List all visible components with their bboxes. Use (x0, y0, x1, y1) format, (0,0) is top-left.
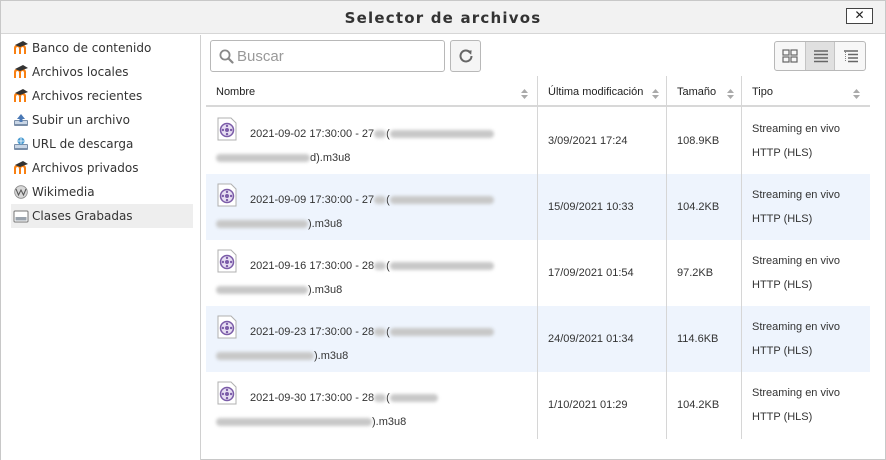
dialog-title: Selector de archivos (344, 9, 542, 27)
table-row[interactable]: 2021-09-30 17:30:00 - 28( ).m3u8 1/10/20… (206, 372, 870, 438)
title-bar: Selector de archivos ✕ (1, 1, 885, 34)
url-download-icon (14, 137, 28, 150)
video-file-icon (217, 183, 237, 207)
file-size: 114.6KB (677, 333, 719, 345)
list-view-icon (814, 50, 828, 63)
recordings-icon (13, 210, 29, 223)
upload-icon (14, 114, 28, 126)
column-header-tipo[interactable]: Tipo (742, 76, 870, 107)
video-file-icon (217, 117, 237, 141)
repository-sidebar: Banco de contenido Archivos locales Arch… (1, 35, 201, 460)
modified-date: 24/09/2021 01:34 (548, 333, 634, 345)
file-name-line-2: ).m3u8 (216, 416, 406, 428)
view-list-button[interactable] (805, 42, 835, 70)
moodle-icon (14, 89, 28, 102)
file-picker-dialog: Selector de archivos ✕ Banco de contenid… (0, 0, 886, 460)
sort-icon (652, 89, 659, 99)
file-name-line-2: ).m3u8 (216, 350, 348, 362)
sidebar-item-archivos-privados[interactable]: Archivos privados (11, 156, 193, 180)
sidebar-item-label: Clases Grabadas (32, 209, 133, 223)
sidebar-item-url-de-descarga[interactable]: URL de descarga (11, 132, 193, 156)
file-type-line-2: HTTP (HLS) (752, 345, 813, 357)
file-type-line-1: Streaming en vivo (752, 321, 841, 333)
file-table: 2021-09-02 17:30:00 - 27( d).m3u8 3/09/2… (206, 76, 870, 439)
file-type-line-1: Streaming en vivo (752, 387, 841, 399)
refresh-button[interactable] (450, 40, 481, 72)
refresh-icon (459, 49, 473, 63)
file-type-line-2: HTTP (HLS) (752, 279, 813, 291)
column-header-modificacion[interactable]: Última modificación (538, 76, 667, 107)
view-mode-group (774, 41, 866, 71)
file-name-line-2: ).m3u8 (216, 218, 342, 230)
file-type-line-1: Streaming en vivo (752, 255, 841, 267)
video-file-icon (217, 249, 237, 273)
file-size: 97.2KB (677, 267, 714, 279)
file-size: 108.9KB (677, 135, 720, 147)
file-name-line-1: 2021-09-09 17:30:00 - 27( (250, 194, 494, 206)
file-type-line-2: HTTP (HLS) (752, 213, 813, 225)
sidebar-item-label: Subir un archivo (32, 113, 130, 127)
sidebar-item-archivos-locales[interactable]: Archivos locales (11, 60, 193, 84)
search-icon (219, 49, 234, 64)
column-header-label: Última modificación (548, 86, 644, 98)
modified-date: 17/09/2021 01:54 (548, 267, 634, 279)
video-file-icon (217, 315, 237, 339)
column-header-label: Nombre (216, 86, 256, 98)
column-divider (537, 76, 538, 439)
file-name-line-1: 2021-09-16 17:30:00 - 28( (250, 260, 494, 272)
file-name-line-1: 2021-09-23 17:30:00 - 28( (250, 326, 494, 338)
column-header-tamano[interactable]: Tamaño (667, 76, 742, 107)
table-row[interactable]: 2021-09-09 17:30:00 - 27( ).m3u8 15/09/2… (206, 174, 870, 240)
sidebar-item-banco-de-contenido[interactable]: Banco de contenido (11, 36, 193, 60)
file-name-line-2: d).m3u8 (216, 152, 350, 164)
sidebar-item-subir-un-archivo[interactable]: Subir un archivo (11, 108, 193, 132)
file-type-line-2: HTTP (HLS) (752, 411, 813, 423)
file-name-line-1: 2021-09-30 17:30:00 - 28( (250, 392, 438, 404)
sidebar-item-archivos-recientes[interactable]: Archivos recientes (11, 84, 193, 108)
moodle-icon (14, 161, 28, 174)
table-row[interactable]: 2021-09-23 17:30:00 - 28( ).m3u8 24/09/2… (206, 306, 870, 372)
sort-icon (727, 89, 734, 99)
sidebar-item-wikimedia[interactable]: Wikimedia (11, 180, 193, 204)
sidebar-item-clases-grabadas[interactable]: Clases Grabadas (11, 204, 193, 228)
table-header: Nombre Última modificación Tamaño Tipo (206, 76, 870, 107)
file-name-line-1: 2021-09-02 17:30:00 - 27( (250, 128, 494, 140)
grid-view-icon (782, 49, 798, 63)
sidebar-item-label: Wikimedia (32, 185, 95, 199)
sort-icon (521, 89, 528, 99)
wikimedia-icon (14, 185, 28, 199)
column-header-label: Tipo (752, 86, 773, 98)
file-type-line-2: HTTP (HLS) (752, 147, 813, 159)
modified-date: 15/09/2021 10:33 (548, 201, 634, 213)
search-input[interactable] (237, 42, 441, 70)
search-box[interactable] (210, 40, 445, 72)
column-divider (741, 76, 742, 439)
video-file-icon (217, 381, 237, 405)
sidebar-item-label: Archivos locales (32, 65, 129, 79)
column-divider (666, 76, 667, 439)
tree-view-icon (844, 50, 858, 63)
table-row[interactable]: 2021-09-02 17:30:00 - 27( d).m3u8 3/09/2… (206, 108, 870, 174)
file-size: 104.2KB (677, 399, 720, 411)
table-row[interactable]: 2021-09-16 17:30:00 - 28( ).m3u8 17/09/2… (206, 240, 870, 306)
close-button[interactable]: ✕ (846, 8, 873, 24)
column-header-nombre[interactable]: Nombre (206, 76, 538, 107)
sidebar-item-label: Archivos recientes (32, 89, 143, 103)
sidebar-item-label: URL de descarga (32, 137, 134, 151)
modified-date: 1/10/2021 01:29 (548, 399, 628, 411)
sidebar-item-label: Archivos privados (32, 161, 139, 175)
file-name-line-2: ).m3u8 (216, 284, 342, 296)
sidebar-item-label: Banco de contenido (32, 41, 152, 55)
column-header-label: Tamaño (677, 86, 717, 98)
sort-icon (853, 89, 860, 99)
moodle-icon (14, 65, 28, 78)
moodle-icon (14, 41, 28, 54)
toolbar (202, 35, 877, 77)
view-tree-button[interactable] (836, 42, 866, 70)
file-size: 104.2KB (677, 201, 720, 213)
modified-date: 3/09/2021 17:24 (548, 135, 628, 147)
file-type-line-1: Streaming en vivo (752, 189, 841, 201)
view-icons-button[interactable] (775, 42, 805, 70)
file-type-line-1: Streaming en vivo (752, 123, 841, 135)
